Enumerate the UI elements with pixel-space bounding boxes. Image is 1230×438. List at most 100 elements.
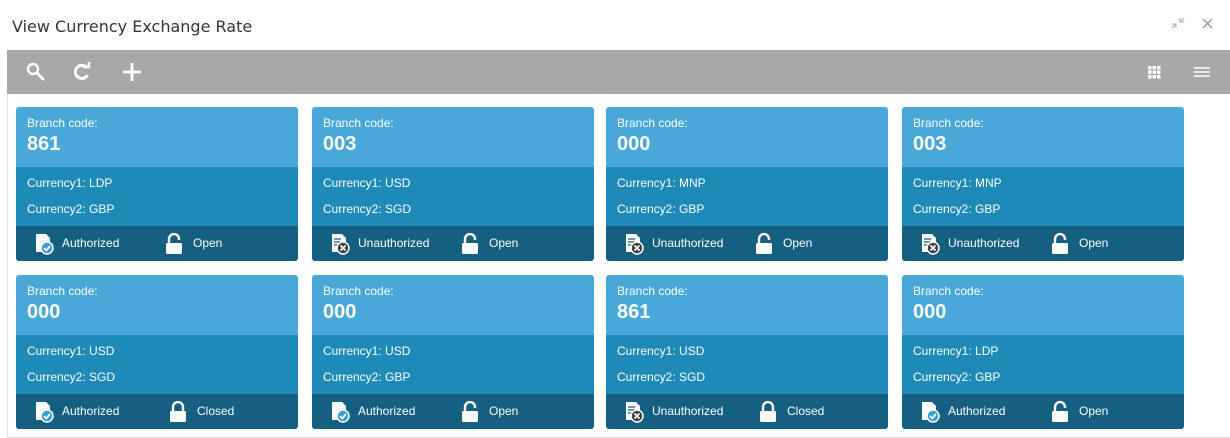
currency1-text: Currency1: LDP xyxy=(27,176,113,190)
exchange-rate-tile-7[interactable]: Branch code: 861 Currency1: USD Currency… xyxy=(606,275,888,429)
branch-code-value: 003 xyxy=(913,133,947,155)
authorized-icon xyxy=(33,233,55,255)
tile-footer: Authorized Open xyxy=(902,394,1184,429)
grid-view-icon[interactable] xyxy=(1141,59,1167,85)
lock-open-icon xyxy=(1049,232,1071,255)
lock-open-icon xyxy=(459,400,481,423)
branch-code-label: Branch code: xyxy=(323,284,394,298)
branch-code-label: Branch code: xyxy=(617,284,688,298)
branch-code-value: 000 xyxy=(617,133,651,155)
tile-body: Currency1: USD Currency2: GBP xyxy=(312,335,594,394)
tile-header: Branch code: 000 xyxy=(606,107,888,167)
currency1-text: Currency1: USD xyxy=(617,344,705,358)
add-icon[interactable] xyxy=(119,59,145,85)
branch-code-label: Branch code: xyxy=(617,116,688,130)
tile-footer: Unauthorized Closed xyxy=(606,394,888,429)
authorized-icon xyxy=(329,401,351,423)
list-view-icon[interactable] xyxy=(1189,59,1215,85)
unauthorized-icon xyxy=(919,233,941,255)
tile-header: Branch code: 861 xyxy=(606,275,888,335)
tile-header: Branch code: 000 xyxy=(312,275,594,335)
window-title: View Currency Exchange Rate xyxy=(12,17,253,36)
unauthorized-icon xyxy=(623,233,645,255)
tile-body: Currency1: LDP Currency2: GBP xyxy=(16,167,298,226)
tile-header: Branch code: 003 xyxy=(312,107,594,167)
tile-header: Branch code: 000 xyxy=(902,275,1184,335)
branch-code-value: 861 xyxy=(27,133,61,155)
currency2-text: Currency2: SGD xyxy=(27,370,116,384)
record-status: Open xyxy=(489,236,519,250)
currency2-text: Currency2: SGD xyxy=(617,370,706,384)
tile-footer: Authorized Open xyxy=(312,394,594,429)
branch-code-label: Branch code: xyxy=(323,116,394,130)
tile-body: Currency1: USD Currency2: SGD xyxy=(16,335,298,394)
authorization-status: Unauthorized xyxy=(948,236,1020,250)
exchange-rate-tile-6[interactable]: Branch code: 000 Currency1: USD Currency… xyxy=(312,275,594,429)
record-status: Open xyxy=(783,236,813,250)
authorization-status: Unauthorized xyxy=(652,404,724,418)
branch-code-label: Branch code: xyxy=(27,116,98,130)
record-status: Closed xyxy=(197,404,235,418)
lock-open-icon xyxy=(1049,400,1071,423)
record-status: Open xyxy=(1079,236,1109,250)
record-status: Closed xyxy=(787,404,825,418)
exchange-rate-tile-1[interactable]: Branch code: 861 Currency1: LDP Currency… xyxy=(16,107,298,261)
tile-body: Currency1: USD Currency2: SGD xyxy=(312,167,594,226)
tile-body: Currency1: USD Currency2: SGD xyxy=(606,335,888,394)
currency1-text: Currency1: LDP xyxy=(913,344,999,358)
lock-closed-icon xyxy=(757,400,779,423)
authorized-icon xyxy=(33,401,55,423)
tile-footer: Unauthorized Open xyxy=(312,226,594,261)
tile-header: Branch code: 861 xyxy=(16,107,298,167)
tile-footer: Authorized Closed xyxy=(16,394,298,429)
currency1-text: Currency1: MNP xyxy=(617,176,706,190)
tiles-container: Branch code: 861 Currency1: LDP Currency… xyxy=(7,94,1230,438)
currency1-text: Currency1: USD xyxy=(27,344,115,358)
branch-code-label: Branch code: xyxy=(913,284,984,298)
authorization-status: Authorized xyxy=(948,404,1006,418)
branch-code-value: 000 xyxy=(27,301,61,323)
minimize-icon[interactable] xyxy=(1168,14,1188,34)
lock-open-icon xyxy=(753,232,775,255)
currency2-text: Currency2: GBP xyxy=(617,202,705,216)
authorization-status: Authorized xyxy=(62,404,120,418)
authorization-status: Authorized xyxy=(62,236,120,250)
refresh-icon[interactable] xyxy=(69,59,95,85)
record-status: Open xyxy=(489,404,519,418)
search-icon[interactable] xyxy=(23,59,49,85)
tile-body: Currency1: MNP Currency2: GBP xyxy=(606,167,888,226)
tile-footer: Authorized Open xyxy=(16,226,298,261)
exchange-rate-tile-8[interactable]: Branch code: 000 Currency1: LDP Currency… xyxy=(902,275,1184,429)
exchange-rate-tile-5[interactable]: Branch code: 000 Currency1: USD Currency… xyxy=(16,275,298,429)
currency1-text: Currency1: MNP xyxy=(913,176,1002,190)
authorization-status: Unauthorized xyxy=(652,236,724,250)
unauthorized-icon xyxy=(623,401,645,423)
currency2-text: Currency2: GBP xyxy=(913,370,1001,384)
lock-closed-icon xyxy=(167,400,189,423)
branch-code-label: Branch code: xyxy=(27,284,98,298)
record-status: Open xyxy=(1079,404,1109,418)
currency2-text: Currency2: GBP xyxy=(27,202,115,216)
exchange-rate-tile-3[interactable]: Branch code: 000 Currency1: MNP Currency… xyxy=(606,107,888,261)
currency1-text: Currency1: USD xyxy=(323,176,411,190)
close-icon[interactable] xyxy=(1198,14,1218,34)
record-status: Open xyxy=(193,236,223,250)
tile-footer: Unauthorized Open xyxy=(606,226,888,261)
authorization-status: Unauthorized xyxy=(358,236,430,250)
currency2-text: Currency2: SGD xyxy=(323,202,412,216)
tile-footer: Unauthorized Open xyxy=(902,226,1184,261)
window-title-bar: View Currency Exchange Rate xyxy=(0,0,1230,50)
branch-code-value: 000 xyxy=(913,301,947,323)
branch-code-label: Branch code: xyxy=(913,116,984,130)
currency2-text: Currency2: GBP xyxy=(913,202,1001,216)
branch-code-value: 003 xyxy=(323,133,357,155)
unauthorized-icon xyxy=(329,233,351,255)
tile-header: Branch code: 003 xyxy=(902,107,1184,167)
exchange-rate-tile-2[interactable]: Branch code: 003 Currency1: USD Currency… xyxy=(312,107,594,261)
branch-code-value: 000 xyxy=(323,301,357,323)
tile-body: Currency1: MNP Currency2: GBP xyxy=(902,167,1184,226)
currency1-text: Currency1: USD xyxy=(323,344,411,358)
lock-open-icon xyxy=(163,232,185,255)
exchange-rate-tile-4[interactable]: Branch code: 003 Currency1: MNP Currency… xyxy=(902,107,1184,261)
lock-open-icon xyxy=(459,232,481,255)
